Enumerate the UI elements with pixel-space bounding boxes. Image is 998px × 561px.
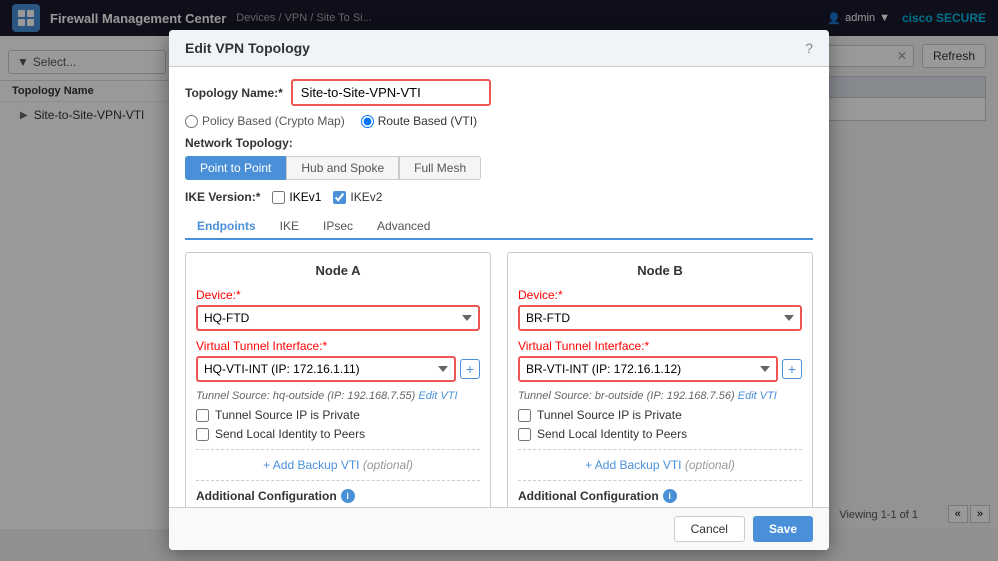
node-b-add-backup-text: + Add Backup VTI <box>585 458 681 472</box>
node-b-device-row: BR-FTD <box>518 305 802 331</box>
node-b-divider <box>518 449 802 450</box>
policy-based-radio[interactable]: Policy Based (Crypto Map) <box>185 114 345 128</box>
node-b-divider2 <box>518 480 802 481</box>
node-a-tunnel-source: Tunnel Source: hq-outside (IP: 192.168.7… <box>196 390 480 402</box>
node-a-divider2 <box>196 480 480 481</box>
node-a-vti-field: Virtual Tunnel Interface:* HQ-VTI-INT (I… <box>196 339 480 382</box>
network-topology-group: Point to Point Hub and Spoke Full Mesh <box>185 156 813 180</box>
node-b-add-vti-button[interactable]: + <box>782 359 802 379</box>
node-b-title: Node B <box>518 263 802 278</box>
node-a-device-row: HQ-FTD <box>196 305 480 331</box>
node-a-private-checkbox[interactable] <box>196 409 209 422</box>
modal-header: Edit VPN Topology ? <box>169 30 829 67</box>
node-a-vti-label: Virtual Tunnel Interface:* <box>196 339 480 353</box>
node-b-device-select[interactable]: BR-FTD <box>518 305 802 331</box>
tab-ipsec[interactable]: IPsec <box>311 214 365 240</box>
node-b-info-icon[interactable]: i <box>663 489 677 503</box>
node-a-add-backup-text: + Add Backup VTI <box>263 458 359 472</box>
ikev1-label: IKEv1 <box>289 190 321 204</box>
node-b-additional-config: Additional Configuration i Route traffic… <box>518 489 802 507</box>
topology-name-label: Topology Name:* <box>185 86 283 100</box>
topology-name-input[interactable] <box>291 79 491 106</box>
network-topology-label: Network Topology: <box>185 136 813 150</box>
ikev2-label: IKEv2 <box>350 190 382 204</box>
edit-vpn-modal: Edit VPN Topology ? Topology Name:* Poli… <box>169 30 829 550</box>
node-b-device-label: Device:* <box>518 288 802 302</box>
modal-body: Topology Name:* Policy Based (Crypto Map… <box>169 67 829 507</box>
node-a-add-vti-button[interactable]: + <box>460 359 480 379</box>
node-a-send-local-checkbox[interactable] <box>196 428 209 441</box>
node-a-additional-config: Additional Configuration i Route traffic… <box>196 489 480 507</box>
tab-ike[interactable]: IKE <box>268 214 311 240</box>
node-a-vti-row: HQ-VTI-INT (IP: 172.16.1.11) + <box>196 356 480 382</box>
node-b-vti-row: BR-VTI-INT (IP: 172.16.1.12) + <box>518 356 802 382</box>
nodes-container: Node A Device:* HQ-FTD Vir <box>185 252 813 507</box>
ike-version-label: IKE Version:* <box>185 190 260 204</box>
node-a-device-label: Device:* <box>196 288 480 302</box>
node-b-vti-select[interactable]: BR-VTI-INT (IP: 172.16.1.12) <box>518 356 778 382</box>
ikev2-checkbox[interactable] <box>333 191 346 204</box>
node-a-edit-vti-link[interactable]: Edit VTI <box>418 390 457 402</box>
node-b-vti-label: Virtual Tunnel Interface:* <box>518 339 802 353</box>
route-based-label: Route Based (VTI) <box>378 114 477 128</box>
tab-advanced[interactable]: Advanced <box>365 214 442 240</box>
node-b-send-local-label: Send Local Identity to Peers <box>537 427 687 441</box>
node-a-optional-label: (optional) <box>363 458 413 472</box>
node-a-send-local-checkbox-row: Send Local Identity to Peers <box>196 427 480 441</box>
policy-type-row: Policy Based (Crypto Map) Route Based (V… <box>185 114 813 128</box>
ike-version-row: IKE Version:* IKEv1 IKEv2 <box>185 190 813 204</box>
node-b-vti-field: Virtual Tunnel Interface:* BR-VTI-INT (I… <box>518 339 802 382</box>
node-b-tunnel-source: Tunnel Source: br-outside (IP: 192.168.7… <box>518 390 802 402</box>
modal-overlay: Edit VPN Topology ? Topology Name:* Poli… <box>0 0 998 561</box>
hub-and-spoke-button[interactable]: Hub and Spoke <box>286 156 399 180</box>
node-b-private-checkbox[interactable] <box>518 409 531 422</box>
node-b-private-label: Tunnel Source IP is Private <box>537 408 682 422</box>
topology-name-row: Topology Name:* <box>185 79 813 106</box>
node-b-send-local-checkbox-row: Send Local Identity to Peers <box>518 427 802 441</box>
save-button[interactable]: Save <box>753 516 813 542</box>
ikev1-checkbox[interactable] <box>272 191 285 204</box>
node-b-optional-label: (optional) <box>685 458 735 472</box>
node-a-config-title: Additional Configuration i <box>196 489 480 503</box>
modal-footer: Cancel Save <box>169 507 829 550</box>
node-b-panel: Node B Device:* BR-FTD Vir <box>507 252 813 507</box>
node-a-send-local-label: Send Local Identity to Peers <box>215 427 365 441</box>
node-a-divider <box>196 449 480 450</box>
modal-title: Edit VPN Topology <box>185 40 310 56</box>
node-b-config-title: Additional Configuration i <box>518 489 802 503</box>
policy-based-radio-input[interactable] <box>185 115 198 128</box>
node-b-add-backup[interactable]: + Add Backup VTI (optional) <box>518 458 802 472</box>
node-b-private-checkbox-row: Tunnel Source IP is Private <box>518 408 802 422</box>
point-to-point-button[interactable]: Point to Point <box>185 156 286 180</box>
policy-based-label: Policy Based (Crypto Map) <box>202 114 345 128</box>
node-b-edit-vti-link[interactable]: Edit VTI <box>738 390 777 402</box>
cancel-button[interactable]: Cancel <box>674 516 745 542</box>
node-a-info-icon[interactable]: i <box>341 489 355 503</box>
node-a-private-checkbox-row: Tunnel Source IP is Private <box>196 408 480 422</box>
route-based-radio-input[interactable] <box>361 115 374 128</box>
node-a-vti-select[interactable]: HQ-VTI-INT (IP: 172.16.1.11) <box>196 356 456 382</box>
node-b-send-local-checkbox[interactable] <box>518 428 531 441</box>
full-mesh-button[interactable]: Full Mesh <box>399 156 481 180</box>
tab-endpoints[interactable]: Endpoints <box>185 214 268 240</box>
help-icon[interactable]: ? <box>805 40 813 56</box>
node-a-panel: Node A Device:* HQ-FTD Vir <box>185 252 491 507</box>
node-a-device-select[interactable]: HQ-FTD <box>196 305 480 331</box>
node-a-private-label: Tunnel Source IP is Private <box>215 408 360 422</box>
ikev1-check[interactable]: IKEv1 <box>272 190 321 204</box>
route-based-radio[interactable]: Route Based (VTI) <box>361 114 477 128</box>
ikev2-check[interactable]: IKEv2 <box>333 190 382 204</box>
node-a-title: Node A <box>196 263 480 278</box>
node-b-device-field: Device:* BR-FTD <box>518 288 802 331</box>
node-a-device-field: Device:* HQ-FTD <box>196 288 480 331</box>
tabs: Endpoints IKE IPsec Advanced <box>185 214 813 240</box>
node-a-add-backup[interactable]: + Add Backup VTI (optional) <box>196 458 480 472</box>
